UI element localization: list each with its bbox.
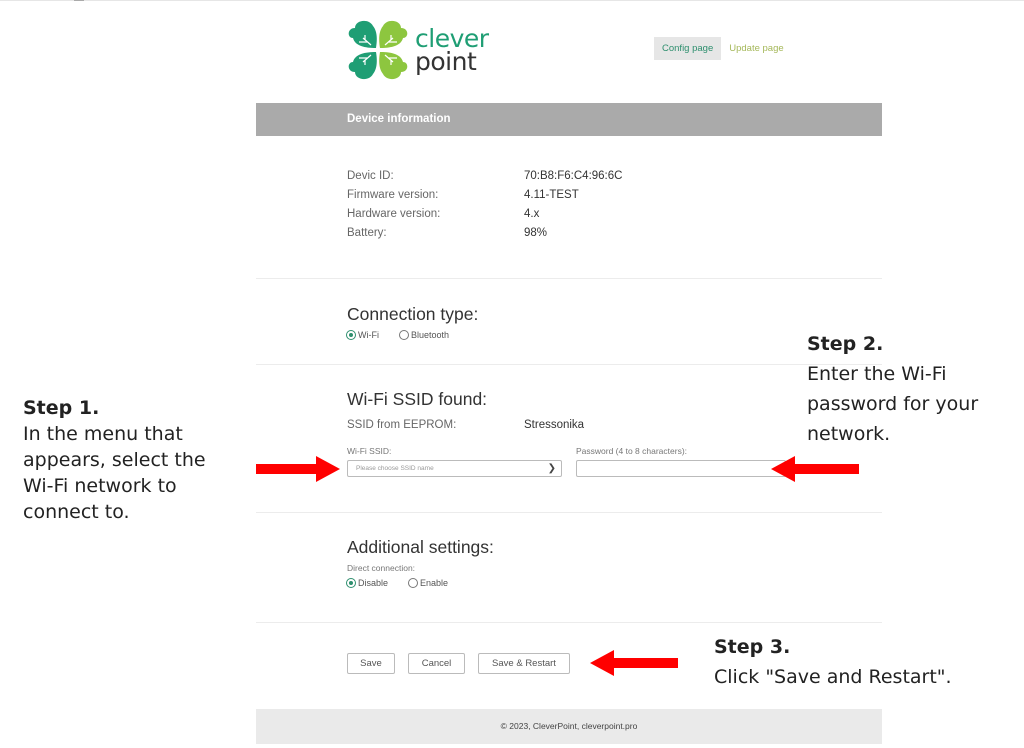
info-value: 98% — [524, 227, 548, 239]
top-nav: Config page Update page — [654, 37, 792, 60]
select-placeholder: Please choose SSID name — [356, 465, 434, 472]
info-label: Battery: — [347, 227, 387, 239]
nav-update-page[interactable]: Update page — [721, 37, 791, 60]
section-divider — [256, 278, 882, 279]
radio-unchecked-icon[interactable] — [399, 330, 409, 340]
section-divider — [256, 622, 882, 623]
step-line: appears, select the — [23, 449, 206, 471]
radio-label: Enable — [420, 578, 449, 588]
radio-bluetooth[interactable]: Bluetooth — [399, 330, 449, 340]
wifi-ssid-select[interactable]: Please choose SSID name ❯ — [347, 460, 562, 477]
connection-type-radios: Wi-Fi Bluetooth — [346, 330, 469, 340]
top-border — [0, 0, 1024, 1]
info-label: Devic ID: — [347, 170, 394, 182]
info-value: 70:B8:F6:C4:96:6C — [524, 170, 623, 182]
connection-type-title: Connection type: — [347, 304, 479, 324]
password-label: Password (4 to 8 characters): — [576, 446, 688, 456]
step-line: password for your — [807, 393, 979, 415]
step-title: Step 2. — [807, 333, 884, 355]
save-restart-button[interactable]: Save & Restart — [478, 653, 570, 674]
step-1-annotation: Step 1. In the menu that appears, select… — [23, 395, 206, 525]
radio-label: Bluetooth — [411, 330, 450, 340]
footer-copyright: © 2023, CleverPoint, cleverpoint.pro — [500, 721, 638, 731]
cleverpoint-logo: clever point — [345, 18, 495, 82]
step-line: Click "Save and Restart". — [714, 666, 952, 688]
device-info-title: Device information — [347, 113, 451, 125]
step-title: Step 3. — [714, 636, 791, 658]
radio-unchecked-icon[interactable] — [408, 578, 419, 588]
arrow-right-icon — [256, 456, 340, 482]
top-border-mark — [74, 0, 84, 1]
radio-enable[interactable]: Enable — [408, 578, 448, 588]
direct-connection-radios: Disable Enable — [346, 578, 468, 588]
info-label: Firmware version: — [347, 189, 439, 201]
info-value: 4.x — [524, 208, 540, 220]
wifi-ssid-title: Wi-Fi SSID found: — [347, 389, 488, 409]
eeprom-ssid-label: SSID from EEPROM: — [347, 419, 457, 431]
radio-wifi[interactable]: Wi-Fi — [346, 330, 379, 340]
radio-disable[interactable]: Disable — [346, 578, 388, 588]
section-divider — [256, 364, 882, 365]
radio-label: Wi-Fi — [358, 330, 379, 340]
eeprom-ssid-value: Stressonika — [524, 419, 585, 431]
logo-text-point: point — [415, 47, 477, 76]
password-input[interactable] — [576, 460, 786, 477]
step-line: Enter the Wi-Fi — [807, 363, 947, 385]
radio-label: Disable — [358, 578, 389, 588]
step-line: In the menu that — [23, 423, 183, 445]
radio-checked-icon[interactable] — [346, 330, 356, 340]
step-title: Step 1. — [23, 397, 100, 419]
nav-config-page[interactable]: Config page — [654, 37, 722, 60]
save-button[interactable]: Save — [347, 653, 395, 674]
logo-wordmark: clever point — [415, 26, 489, 76]
section-divider — [256, 512, 882, 513]
chevron-down-icon: ❯ — [547, 463, 556, 474]
direct-connection-label: Direct connection: — [347, 563, 416, 573]
arrow-left-icon — [590, 650, 678, 676]
info-label: Hardware version: — [347, 208, 441, 220]
clover-logo-icon — [348, 20, 408, 80]
step-2-annotation: Step 2. Enter the Wi-Fi password for you… — [807, 329, 978, 449]
wifi-ssid-label: Wi-Fi SSID: — [347, 446, 392, 456]
step-line: connect to. — [23, 501, 130, 523]
info-value: 4.11-TEST — [524, 189, 579, 201]
arrow-left-icon — [771, 456, 859, 482]
step-line: network. — [807, 423, 891, 445]
cancel-button[interactable]: Cancel — [408, 653, 465, 674]
step-line: Wi-Fi network to — [23, 475, 177, 497]
device-info-header: Device information — [256, 103, 882, 136]
additional-settings-title: Additional settings: — [347, 537, 494, 557]
footer: © 2023, CleverPoint, cleverpoint.pro — [256, 709, 882, 744]
step-3-annotation: Step 3. Click "Save and Restart". — [714, 632, 952, 692]
radio-checked-icon[interactable] — [346, 578, 356, 588]
